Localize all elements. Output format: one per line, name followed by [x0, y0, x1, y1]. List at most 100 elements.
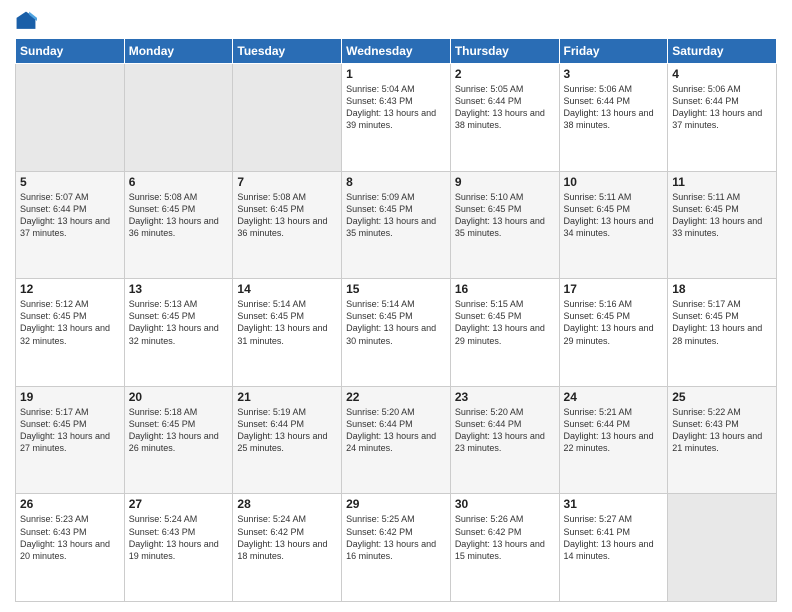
day-number: 18 — [672, 282, 772, 296]
calendar-cell — [233, 64, 342, 172]
day-number: 2 — [455, 67, 555, 81]
day-number: 23 — [455, 390, 555, 404]
day-info: Sunrise: 5:20 AM Sunset: 6:44 PM Dayligh… — [455, 406, 555, 455]
day-number: 12 — [20, 282, 120, 296]
day-info: Sunrise: 5:09 AM Sunset: 6:45 PM Dayligh… — [346, 191, 446, 240]
logo-icon — [15, 10, 37, 32]
calendar-cell — [668, 494, 777, 602]
day-number: 30 — [455, 497, 555, 511]
day-info: Sunrise: 5:07 AM Sunset: 6:44 PM Dayligh… — [20, 191, 120, 240]
calendar-cell: 19 Sunrise: 5:17 AM Sunset: 6:45 PM Dayli… — [16, 386, 125, 494]
calendar-cell — [124, 64, 233, 172]
day-number: 1 — [346, 67, 446, 81]
day-number: 26 — [20, 497, 120, 511]
day-info: Sunrise: 5:16 AM Sunset: 6:45 PM Dayligh… — [564, 298, 664, 347]
day-info: Sunrise: 5:15 AM Sunset: 6:45 PM Dayligh… — [455, 298, 555, 347]
calendar-cell: 22 Sunrise: 5:20 AM Sunset: 6:44 PM Dayli… — [342, 386, 451, 494]
calendar-cell: 25 Sunrise: 5:22 AM Sunset: 6:43 PM Dayli… — [668, 386, 777, 494]
calendar-cell: 15 Sunrise: 5:14 AM Sunset: 6:45 PM Dayli… — [342, 279, 451, 387]
header — [15, 10, 777, 32]
day-number: 19 — [20, 390, 120, 404]
day-info: Sunrise: 5:23 AM Sunset: 6:43 PM Dayligh… — [20, 513, 120, 562]
day-number: 29 — [346, 497, 446, 511]
day-info: Sunrise: 5:05 AM Sunset: 6:44 PM Dayligh… — [455, 83, 555, 132]
day-info: Sunrise: 5:21 AM Sunset: 6:44 PM Dayligh… — [564, 406, 664, 455]
day-info: Sunrise: 5:22 AM Sunset: 6:43 PM Dayligh… — [672, 406, 772, 455]
day-info: Sunrise: 5:08 AM Sunset: 6:45 PM Dayligh… — [129, 191, 229, 240]
calendar-cell: 9 Sunrise: 5:10 AM Sunset: 6:45 PM Daylig… — [450, 171, 559, 279]
day-header-wednesday: Wednesday — [342, 39, 451, 64]
calendar-cell: 17 Sunrise: 5:16 AM Sunset: 6:45 PM Dayli… — [559, 279, 668, 387]
day-number: 17 — [564, 282, 664, 296]
calendar-week-row: 12 Sunrise: 5:12 AM Sunset: 6:45 PM Dayli… — [16, 279, 777, 387]
day-info: Sunrise: 5:14 AM Sunset: 6:45 PM Dayligh… — [237, 298, 337, 347]
calendar-cell: 26 Sunrise: 5:23 AM Sunset: 6:43 PM Dayli… — [16, 494, 125, 602]
day-header-sunday: Sunday — [16, 39, 125, 64]
calendar-cell: 8 Sunrise: 5:09 AM Sunset: 6:45 PM Daylig… — [342, 171, 451, 279]
day-info: Sunrise: 5:27 AM Sunset: 6:41 PM Dayligh… — [564, 513, 664, 562]
calendar-cell: 28Sunrise: 5:24 AM Sunset: 6:42 PM Dayli… — [233, 494, 342, 602]
calendar-cell: 10Sunrise: 5:11 AM Sunset: 6:45 PM Dayli… — [559, 171, 668, 279]
day-info: Sunrise: 5:25 AM Sunset: 6:42 PM Dayligh… — [346, 513, 446, 562]
day-header-tuesday: Tuesday — [233, 39, 342, 64]
day-number: 6 — [129, 175, 229, 189]
day-info: Sunrise: 5:19 AM Sunset: 6:44 PM Dayligh… — [237, 406, 337, 455]
calendar-cell: 1Sunrise: 5:04 AM Sunset: 6:43 PM Daylig… — [342, 64, 451, 172]
day-info: Sunrise: 5:20 AM Sunset: 6:44 PM Dayligh… — [346, 406, 446, 455]
day-number: 8 — [346, 175, 446, 189]
day-info: Sunrise: 5:24 AM Sunset: 6:42 PM Dayligh… — [237, 513, 337, 562]
day-number: 7 — [237, 175, 337, 189]
day-number: 14 — [237, 282, 337, 296]
day-number: 21 — [237, 390, 337, 404]
day-number: 15 — [346, 282, 446, 296]
day-info: Sunrise: 5:11 AM Sunset: 6:45 PM Dayligh… — [672, 191, 772, 240]
day-number: 27 — [129, 497, 229, 511]
day-info: Sunrise: 5:24 AM Sunset: 6:43 PM Dayligh… — [129, 513, 229, 562]
day-info: Sunrise: 5:12 AM Sunset: 6:45 PM Dayligh… — [20, 298, 120, 347]
day-info: Sunrise: 5:26 AM Sunset: 6:42 PM Dayligh… — [455, 513, 555, 562]
day-number: 11 — [672, 175, 772, 189]
calendar-cell: 24 Sunrise: 5:21 AM Sunset: 6:44 PM Dayli… — [559, 386, 668, 494]
day-number: 16 — [455, 282, 555, 296]
calendar-week-row: 5 Sunrise: 5:07 AM Sunset: 6:44 PM Daylig… — [16, 171, 777, 279]
day-number: 10 — [564, 175, 664, 189]
calendar-cell: 23 Sunrise: 5:20 AM Sunset: 6:44 PM Dayli… — [450, 386, 559, 494]
calendar-cell — [16, 64, 125, 172]
calendar-cell: 18 Sunrise: 5:17 AM Sunset: 6:45 PM Dayli… — [668, 279, 777, 387]
logo — [15, 10, 41, 32]
day-header-saturday: Saturday — [668, 39, 777, 64]
calendar-cell: 3Sunrise: 5:06 AM Sunset: 6:44 PM Daylig… — [559, 64, 668, 172]
calendar-cell: 12 Sunrise: 5:12 AM Sunset: 6:45 PM Dayli… — [16, 279, 125, 387]
day-info: Sunrise: 5:18 AM Sunset: 6:45 PM Dayligh… — [129, 406, 229, 455]
calendar-cell: 29 Sunrise: 5:25 AM Sunset: 6:42 PM Dayli… — [342, 494, 451, 602]
calendar-cell: 31 Sunrise: 5:27 AM Sunset: 6:41 PM Dayli… — [559, 494, 668, 602]
day-number: 5 — [20, 175, 120, 189]
day-number: 31 — [564, 497, 664, 511]
day-header-monday: Monday — [124, 39, 233, 64]
day-number: 22 — [346, 390, 446, 404]
calendar-week-row: 19 Sunrise: 5:17 AM Sunset: 6:45 PM Dayli… — [16, 386, 777, 494]
day-number: 20 — [129, 390, 229, 404]
calendar-cell: 13Sunrise: 5:13 AM Sunset: 6:45 PM Dayli… — [124, 279, 233, 387]
calendar-cell: 21 Sunrise: 5:19 AM Sunset: 6:44 PM Dayli… — [233, 386, 342, 494]
day-number: 9 — [455, 175, 555, 189]
calendar-cell: 11 Sunrise: 5:11 AM Sunset: 6:45 PM Dayli… — [668, 171, 777, 279]
calendar-cell: 27 Sunrise: 5:24 AM Sunset: 6:43 PM Dayli… — [124, 494, 233, 602]
day-info: Sunrise: 5:10 AM Sunset: 6:45 PM Dayligh… — [455, 191, 555, 240]
day-number: 24 — [564, 390, 664, 404]
day-number: 4 — [672, 67, 772, 81]
day-info: Sunrise: 5:17 AM Sunset: 6:45 PM Dayligh… — [672, 298, 772, 347]
calendar-table: SundayMondayTuesdayWednesdayThursdayFrid… — [15, 38, 777, 602]
calendar-cell: 14 Sunrise: 5:14 AM Sunset: 6:45 PM Dayli… — [233, 279, 342, 387]
calendar-cell: 30 Sunrise: 5:26 AM Sunset: 6:42 PM Dayli… — [450, 494, 559, 602]
calendar-header-row: SundayMondayTuesdayWednesdayThursdayFrid… — [16, 39, 777, 64]
day-info: Sunrise: 5:14 AM Sunset: 6:45 PM Dayligh… — [346, 298, 446, 347]
page: SundayMondayTuesdayWednesdayThursdayFrid… — [0, 0, 792, 612]
calendar-cell: 20 Sunrise: 5:18 AM Sunset: 6:45 PM Dayli… — [124, 386, 233, 494]
day-number: 25 — [672, 390, 772, 404]
day-info: Sunrise: 5:17 AM Sunset: 6:45 PM Dayligh… — [20, 406, 120, 455]
day-info: Sunrise: 5:06 AM Sunset: 6:44 PM Dayligh… — [564, 83, 664, 132]
day-info: Sunrise: 5:06 AM Sunset: 6:44 PM Dayligh… — [672, 83, 772, 132]
day-header-thursday: Thursday — [450, 39, 559, 64]
day-info: Sunrise: 5:08 AM Sunset: 6:45 PM Dayligh… — [237, 191, 337, 240]
